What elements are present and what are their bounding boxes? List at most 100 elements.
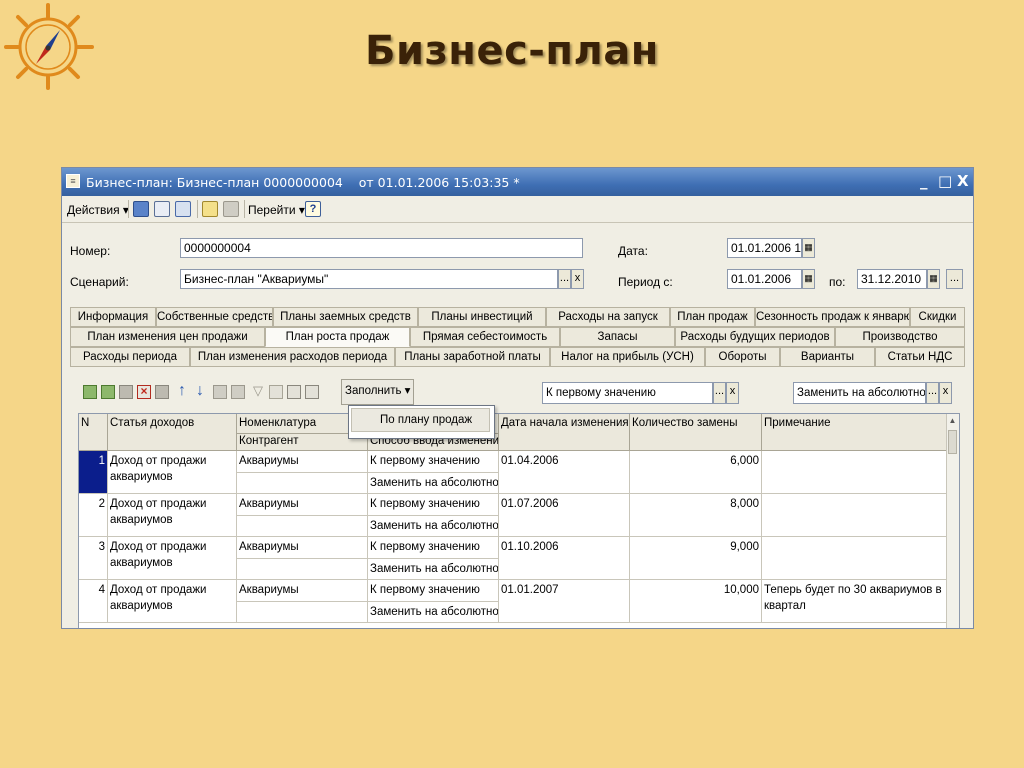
row-number[interactable]: 4: [79, 580, 108, 623]
filter-list-icon[interactable]: [287, 385, 301, 399]
tab-seasonality[interactable]: Сезонность продаж к январю: [755, 307, 910, 327]
period-from-field[interactable]: 01.01.2006: [727, 269, 802, 289]
tab-price-change-plan[interactable]: План изменения цен продажи: [70, 327, 265, 347]
table-cell-note[interactable]: Теперь будет по 30 аквариумов в квартал: [762, 580, 947, 623]
tab-production[interactable]: Производство: [835, 327, 965, 347]
table-cell-counterparty[interactable]: [237, 473, 368, 494]
table-cell-note[interactable]: [762, 537, 947, 580]
tab-own-funds[interactable]: Собственные средства: [156, 307, 273, 327]
table-cell-article[interactable]: Доход от продажи аквариумов: [108, 451, 237, 494]
tab-sales-growth-plan[interactable]: План роста продаж: [265, 327, 410, 347]
actions-menu[interactable]: Действия ▾: [67, 203, 129, 217]
replace-mode-select-button[interactable]: ...: [926, 382, 939, 404]
table-cell-counterparty[interactable]: [237, 559, 368, 580]
end-edit-icon[interactable]: [155, 385, 169, 399]
goto-menu[interactable]: Перейти ▾: [248, 203, 305, 217]
date-field[interactable]: 01.01.2006 15:0: [727, 238, 802, 258]
table-cell-start-date[interactable]: 01.07.2006: [499, 494, 630, 537]
table-cell-nomenclature[interactable]: Аквариумы: [237, 580, 368, 602]
window-titlebar[interactable]: ≡ Бизнес-план: Бизнес-план 0000000004 от…: [62, 168, 973, 196]
change-mode-field[interactable]: К первому значению: [542, 382, 713, 404]
table-cell-quantity[interactable]: 6,000: [630, 451, 762, 494]
scenario-clear-button[interactable]: x: [571, 269, 584, 289]
print-icon[interactable]: [202, 201, 218, 217]
change-mode-select-button[interactable]: ...: [713, 382, 726, 404]
scroll-up-icon[interactable]: ▲: [948, 416, 957, 428]
move-up-icon[interactable]: ↑: [175, 383, 189, 399]
edit-row-icon[interactable]: [119, 385, 133, 399]
table-cell-article[interactable]: Доход от продажи аквариумов: [108, 494, 237, 537]
tab-variants[interactable]: Варианты: [780, 347, 875, 367]
minimize-button[interactable]: _: [920, 173, 928, 190]
table-cell-method-2[interactable]: Заменить на абсолютное ...: [368, 559, 499, 580]
row-number[interactable]: 3: [79, 537, 108, 580]
help-icon[interactable]: ?: [305, 201, 321, 217]
column-header-note[interactable]: Примечание: [762, 414, 947, 451]
tab-information[interactable]: Информация: [70, 307, 156, 327]
table-cell-start-date[interactable]: 01.04.2006: [499, 451, 630, 494]
calendar-icon[interactable]: ▦: [802, 238, 815, 258]
scrollbar-thumb[interactable]: [948, 430, 957, 454]
row-number[interactable]: 2: [79, 494, 108, 537]
save-close-icon[interactable]: [133, 201, 149, 217]
sort-asc-icon[interactable]: [213, 385, 227, 399]
scenario-field[interactable]: Бизнес-план "Аквариумы": [180, 269, 558, 289]
scenario-select-button[interactable]: ...: [558, 269, 571, 289]
table-cell-nomenclature[interactable]: Аквариумы: [237, 451, 368, 473]
row-number[interactable]: 1: [79, 451, 108, 494]
copy-row-icon[interactable]: [101, 385, 115, 399]
table-cell-article[interactable]: Доход от продажи аквариумов: [108, 537, 237, 580]
delete-row-icon[interactable]: ×: [137, 385, 151, 399]
sort-desc-icon[interactable]: [231, 385, 245, 399]
table-cell-nomenclature[interactable]: Аквариумы: [237, 537, 368, 559]
replace-mode-field[interactable]: Заменить на абсолютное зн: [793, 382, 926, 404]
tab-direct-cost[interactable]: Прямая себестоимость: [410, 327, 560, 347]
tab-inventory[interactable]: Запасы: [560, 327, 675, 347]
columns-icon[interactable]: [305, 385, 319, 399]
period-select-button[interactable]: ...: [946, 269, 963, 289]
tab-payroll-plans[interactable]: Планы заработной платы: [395, 347, 550, 367]
table-cell-note[interactable]: [762, 451, 947, 494]
maximize-button[interactable]: □: [938, 173, 952, 190]
period-to-field[interactable]: 31.12.2010: [857, 269, 927, 289]
table-cell-method[interactable]: К первому значению: [368, 537, 499, 559]
tab-turnovers[interactable]: Обороты: [705, 347, 780, 367]
tab-profit-tax[interactable]: Налог на прибыль (УСН): [550, 347, 705, 367]
table-cell-quantity[interactable]: 9,000: [630, 537, 762, 580]
close-button[interactable]: X: [957, 173, 969, 190]
table-cell-method[interactable]: К первому значению: [368, 580, 499, 602]
table-cell-counterparty[interactable]: [237, 516, 368, 537]
tab-discounts[interactable]: Скидки: [910, 307, 965, 327]
table-cell-method-2[interactable]: Заменить на абсолютное ...: [368, 602, 499, 623]
calendar-icon[interactable]: ▦: [802, 269, 815, 289]
column-header-n[interactable]: N: [79, 414, 108, 451]
tab-investment-plans[interactable]: Планы инвестиций: [418, 307, 546, 327]
column-header-quantity[interactable]: Количество замены: [630, 414, 762, 451]
fill-button[interactable]: Заполнить ▾: [341, 379, 415, 405]
calendar-icon[interactable]: ▦: [927, 269, 940, 289]
filter-icon[interactable]: ▽: [251, 384, 265, 399]
refresh-icon[interactable]: [175, 201, 191, 217]
table-cell-quantity[interactable]: 10,000: [630, 580, 762, 623]
tab-expense-change-plan[interactable]: План изменения расходов периода: [190, 347, 395, 367]
document-view-icon[interactable]: [154, 201, 170, 217]
tab-deferred-expenses[interactable]: Расходы будущих периодов: [675, 327, 835, 347]
table-cell-start-date[interactable]: 01.01.2007: [499, 580, 630, 623]
column-header-article[interactable]: Статья доходов: [108, 414, 237, 451]
table-cell-note[interactable]: [762, 494, 947, 537]
table-cell-start-date[interactable]: 01.10.2006: [499, 537, 630, 580]
change-mode-clear-button[interactable]: x: [726, 382, 739, 404]
copy-icon[interactable]: [223, 201, 239, 217]
fill-by-sales-plan-item[interactable]: По плану продаж: [351, 408, 490, 432]
tab-loan-plans[interactable]: Планы заемных средств: [273, 307, 418, 327]
table-cell-method-2[interactable]: Заменить на абсолютное ...: [368, 516, 499, 537]
replace-mode-clear-button[interactable]: x: [939, 382, 952, 404]
column-header-start-date[interactable]: Дата начала изменения: [499, 414, 630, 451]
table-cell-article[interactable]: Доход от продажи аквариумов: [108, 580, 237, 623]
move-down-icon[interactable]: ↓: [193, 383, 207, 399]
tab-vat-items[interactable]: Статьи НДС: [875, 347, 965, 367]
table-cell-counterparty[interactable]: [237, 602, 368, 623]
tab-sales-plan[interactable]: План продаж: [670, 307, 755, 327]
table-cell-quantity[interactable]: 8,000: [630, 494, 762, 537]
table-cell-nomenclature[interactable]: Аквариумы: [237, 494, 368, 516]
